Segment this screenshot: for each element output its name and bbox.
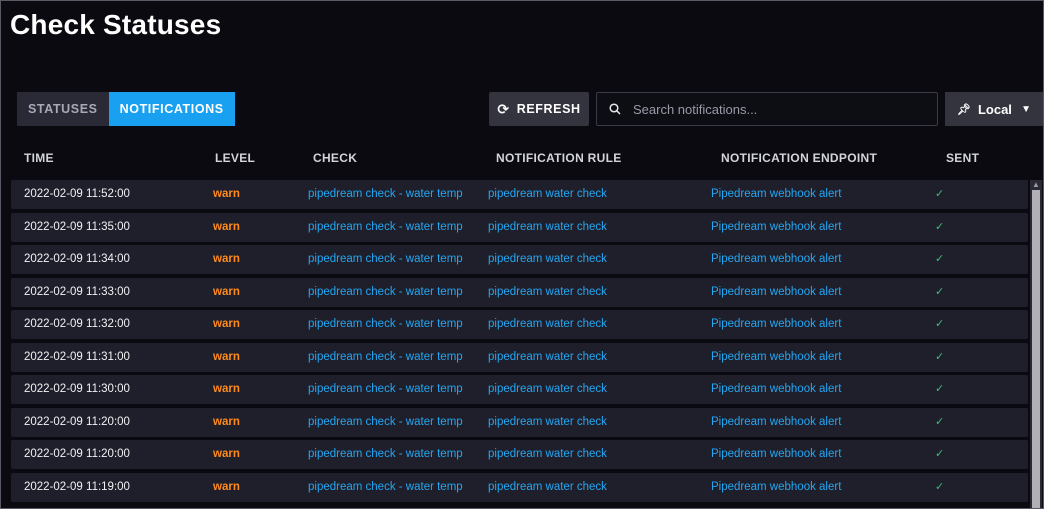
table-row: 2022-02-09 11:20:00 warn pipedream check -… xyxy=(11,407,1028,437)
sent-check-icon: ✓ xyxy=(935,448,945,460)
cell-notification-endpoint-link[interactable]: Pipedream webhook alert xyxy=(711,473,841,502)
cell-notification-endpoint-link[interactable]: Pipedream webhook alert xyxy=(711,213,841,242)
sent-check-icon: ✓ xyxy=(935,220,945,233)
page-title: Check Statuses xyxy=(10,9,222,40)
table-row: 2022-02-09 11:32:00 warn pipedream check -… xyxy=(11,310,1028,339)
cell-notification-rule-link[interactable]: pipedream water check xyxy=(488,408,607,437)
sent-check-icon: ✓ xyxy=(935,285,945,298)
cell-notification-endpoint-link[interactable]: Pipedream webhook alert xyxy=(711,245,841,274)
cell-notification-rule-link[interactable]: pipedream water check xyxy=(488,473,607,502)
cell-time: 2022-02-09 11:30:00 xyxy=(24,383,130,395)
cell-level: warn xyxy=(213,318,240,330)
cell-time: 2022-02-09 11:35:00 xyxy=(24,220,130,233)
search-input[interactable] xyxy=(631,100,937,118)
cell-notification-endpoint-link[interactable]: Pipedream webhook alert xyxy=(711,408,841,437)
timezone-label: Local xyxy=(977,101,1012,117)
cell-time: 2022-02-09 11:52:00 xyxy=(24,188,130,200)
sent-check-icon: ✓ xyxy=(935,253,945,265)
cell-level: warn xyxy=(213,253,240,265)
table-row: 2022-02-09 11:31:00 warn pipedream check -… xyxy=(11,342,1028,372)
cell-notification-rule-link[interactable]: pipedream water check xyxy=(488,213,607,242)
table-header: TIME LEVEL CHECK NOTIFICATION RULE NOTIF… xyxy=(1,151,1041,169)
cell-level: warn xyxy=(213,383,240,395)
table-row: 2022-02-09 11:20:00 warn pipedream check -… xyxy=(11,440,1028,469)
timezone-dropdown[interactable]: 📌︎ Local ▼ xyxy=(945,92,1043,126)
cell-time: 2022-02-09 11:32:00 xyxy=(24,318,130,330)
tab-statuses[interactable]: STATUSES xyxy=(17,92,109,126)
cell-check-link[interactable]: pipedream check - water temp xyxy=(308,278,463,307)
cell-level: warn xyxy=(213,188,240,200)
refresh-button[interactable]: ⟳ REFRESH xyxy=(489,92,589,126)
sent-check-icon: ✓ xyxy=(935,415,945,428)
column-header-notification-endpoint[interactable]: NOTIFICATION ENDPOINT xyxy=(721,151,877,165)
cell-level: warn xyxy=(213,285,240,298)
cell-notification-rule-link[interactable]: pipedream water check xyxy=(488,310,607,339)
table-row: 2022-02-09 11:19:00 warn pipedream check -… xyxy=(11,472,1028,502)
sent-check-icon: ✓ xyxy=(935,350,945,363)
search-box xyxy=(596,92,938,126)
table-row: 2022-02-09 11:33:00 warn pipedream check -… xyxy=(11,277,1028,307)
sent-check-icon: ✓ xyxy=(935,318,945,330)
cell-check-link[interactable]: pipedream check - water temp xyxy=(308,408,463,437)
cell-notification-rule-link[interactable]: pipedream water check xyxy=(488,375,607,404)
refresh-label: REFRESH xyxy=(516,102,581,116)
search-icon xyxy=(609,103,621,115)
table-row: 2022-02-09 11:35:00 warn pipedream check -… xyxy=(11,212,1028,242)
column-header-sent[interactable]: SENT xyxy=(946,151,979,165)
cell-notification-endpoint-link[interactable]: Pipedream webhook alert xyxy=(711,375,841,404)
column-header-level[interactable]: LEVEL xyxy=(215,151,255,165)
cell-notification-rule-link[interactable]: pipedream water check xyxy=(488,278,607,307)
column-header-notification-rule[interactable]: NOTIFICATION RULE xyxy=(496,151,622,165)
column-header-check[interactable]: CHECK xyxy=(313,151,357,165)
scrollbar-thumb[interactable] xyxy=(1032,190,1040,508)
sent-check-icon: ✓ xyxy=(935,188,945,200)
cell-notification-rule-link[interactable]: pipedream water check xyxy=(488,440,607,469)
refresh-icon: ⟳ xyxy=(497,101,510,117)
cell-time: 2022-02-09 11:20:00 xyxy=(24,415,130,428)
cell-time: 2022-02-09 11:31:00 xyxy=(24,350,130,363)
cell-time: 2022-02-09 11:34:00 xyxy=(24,253,130,265)
sent-check-icon: ✓ xyxy=(935,383,945,395)
cell-check-link[interactable]: pipedream check - water temp xyxy=(308,440,463,469)
table-body: 2022-02-09 11:52:00 warn pipedream check -… xyxy=(11,180,1028,505)
scroll-up-arrow-icon[interactable]: ▲ xyxy=(1030,180,1042,190)
sent-check-icon: ✓ xyxy=(935,480,945,493)
cell-check-link[interactable]: pipedream check - water temp xyxy=(308,310,463,339)
cell-notification-endpoint-link[interactable]: Pipedream webhook alert xyxy=(711,440,841,469)
cell-check-link[interactable]: pipedream check - water temp xyxy=(308,245,463,274)
pin-icon: 📌︎ xyxy=(957,103,971,116)
cell-check-link[interactable]: pipedream check - water temp xyxy=(308,180,463,209)
cell-check-link[interactable]: pipedream check - water temp xyxy=(308,213,463,242)
cell-notification-endpoint-link[interactable]: Pipedream webhook alert xyxy=(711,278,841,307)
cell-time: 2022-02-09 11:20:00 xyxy=(24,448,130,460)
cell-check-link[interactable]: pipedream check - water temp xyxy=(308,343,463,372)
table-row: 2022-02-09 11:30:00 warn pipedream check -… xyxy=(11,375,1028,404)
tab-notifications[interactable]: NOTIFICATIONS xyxy=(108,92,235,126)
cell-level: warn xyxy=(213,448,240,460)
cell-time: 2022-02-09 11:33:00 xyxy=(24,285,130,298)
table-row: 2022-02-09 11:34:00 warn pipedream check -… xyxy=(11,245,1028,274)
cell-notification-rule-link[interactable]: pipedream water check xyxy=(488,343,607,372)
table-row: 2022-02-09 11:52:00 warn pipedream check -… xyxy=(11,180,1028,209)
cell-level: warn xyxy=(213,220,240,233)
cell-notification-endpoint-link[interactable]: Pipedream webhook alert xyxy=(711,310,841,339)
scrollbar[interactable]: ▲ xyxy=(1030,180,1042,508)
cell-notification-endpoint-link[interactable]: Pipedream webhook alert xyxy=(711,343,841,372)
cell-level: warn xyxy=(213,415,240,428)
cell-notification-rule-link[interactable]: pipedream water check xyxy=(488,180,607,209)
cell-level: warn xyxy=(213,480,240,493)
cell-level: warn xyxy=(213,350,240,363)
cell-check-link[interactable]: pipedream check - water temp xyxy=(308,473,463,502)
cell-check-link[interactable]: pipedream check - water temp xyxy=(308,375,463,404)
caret-down-icon: ▼ xyxy=(1021,103,1031,115)
tab-bar: STATUSES NOTIFICATIONS xyxy=(17,92,235,126)
page-frame: Check Statuses STATUSES NOTIFICATIONS ⟳ … xyxy=(0,0,1044,509)
cell-notification-rule-link[interactable]: pipedream water check xyxy=(488,245,607,274)
cell-time: 2022-02-09 11:19:00 xyxy=(24,480,130,493)
column-header-time[interactable]: TIME xyxy=(24,151,54,165)
cell-notification-endpoint-link[interactable]: Pipedream webhook alert xyxy=(711,180,841,209)
